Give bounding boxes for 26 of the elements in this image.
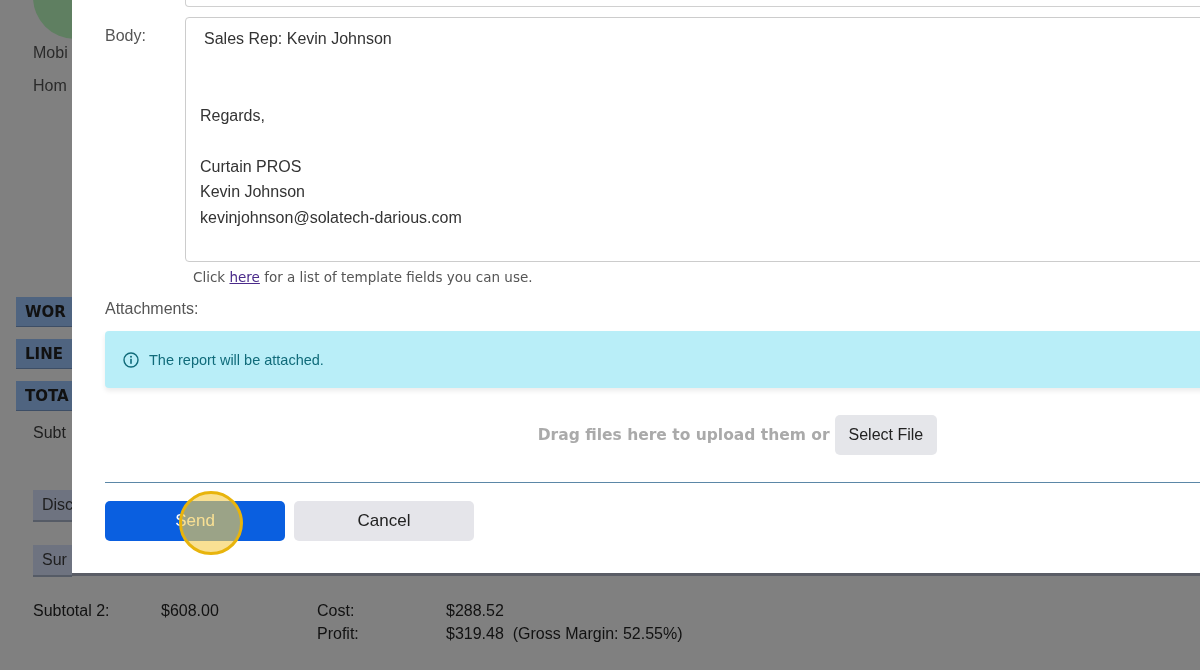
info-text: The report will be attached.: [149, 351, 324, 368]
hint-text: Click here for a list of template fields you can use.: [193, 268, 534, 286]
contact-label: Mobi: [33, 44, 68, 62]
summary-value: $608.00: [161, 602, 220, 620]
body-text: Kevin Johnson: [200, 182, 306, 202]
adjustment-row: Disc: [33, 490, 72, 522]
summary-label: Cost:: [317, 602, 356, 620]
select-file-button[interactable]: Select File: [834, 415, 938, 455]
body-field[interactable]: Sales Rep: Kevin Johnson Regards, Curtain PROS Kevin Johnson kevinjohnson@solatech-darious.com: [185, 17, 1200, 262]
summary-label: Subtotal 2:: [33, 602, 111, 620]
body-text: Sales Rep: Kevin Johnson: [204, 29, 393, 49]
summary-label: Profit:: [317, 625, 360, 643]
body-label: Body:: [105, 27, 147, 46]
adjustment-row: Sur: [33, 545, 72, 577]
body-text: Curtain PROS: [200, 156, 303, 177]
drop-text: Drag files here to upload them or: [537, 426, 830, 444]
summary-value: $288.52: [446, 602, 505, 620]
body-text: Regards,: [200, 105, 266, 126]
contact-label: Hom: [33, 77, 68, 95]
summary-value: $319.48 (Gross Margin: 52.55%): [446, 625, 683, 643]
cancel-button[interactable]: Cancel: [294, 501, 474, 541]
attachments-label: Attachments:: [105, 300, 200, 318]
body-text: kevinjohnson@solatech-darious.com: [200, 207, 463, 228]
info-icon: [123, 351, 139, 368]
template-link[interactable]: here: [229, 269, 260, 285]
subtotal-label: Subt: [33, 424, 66, 442]
